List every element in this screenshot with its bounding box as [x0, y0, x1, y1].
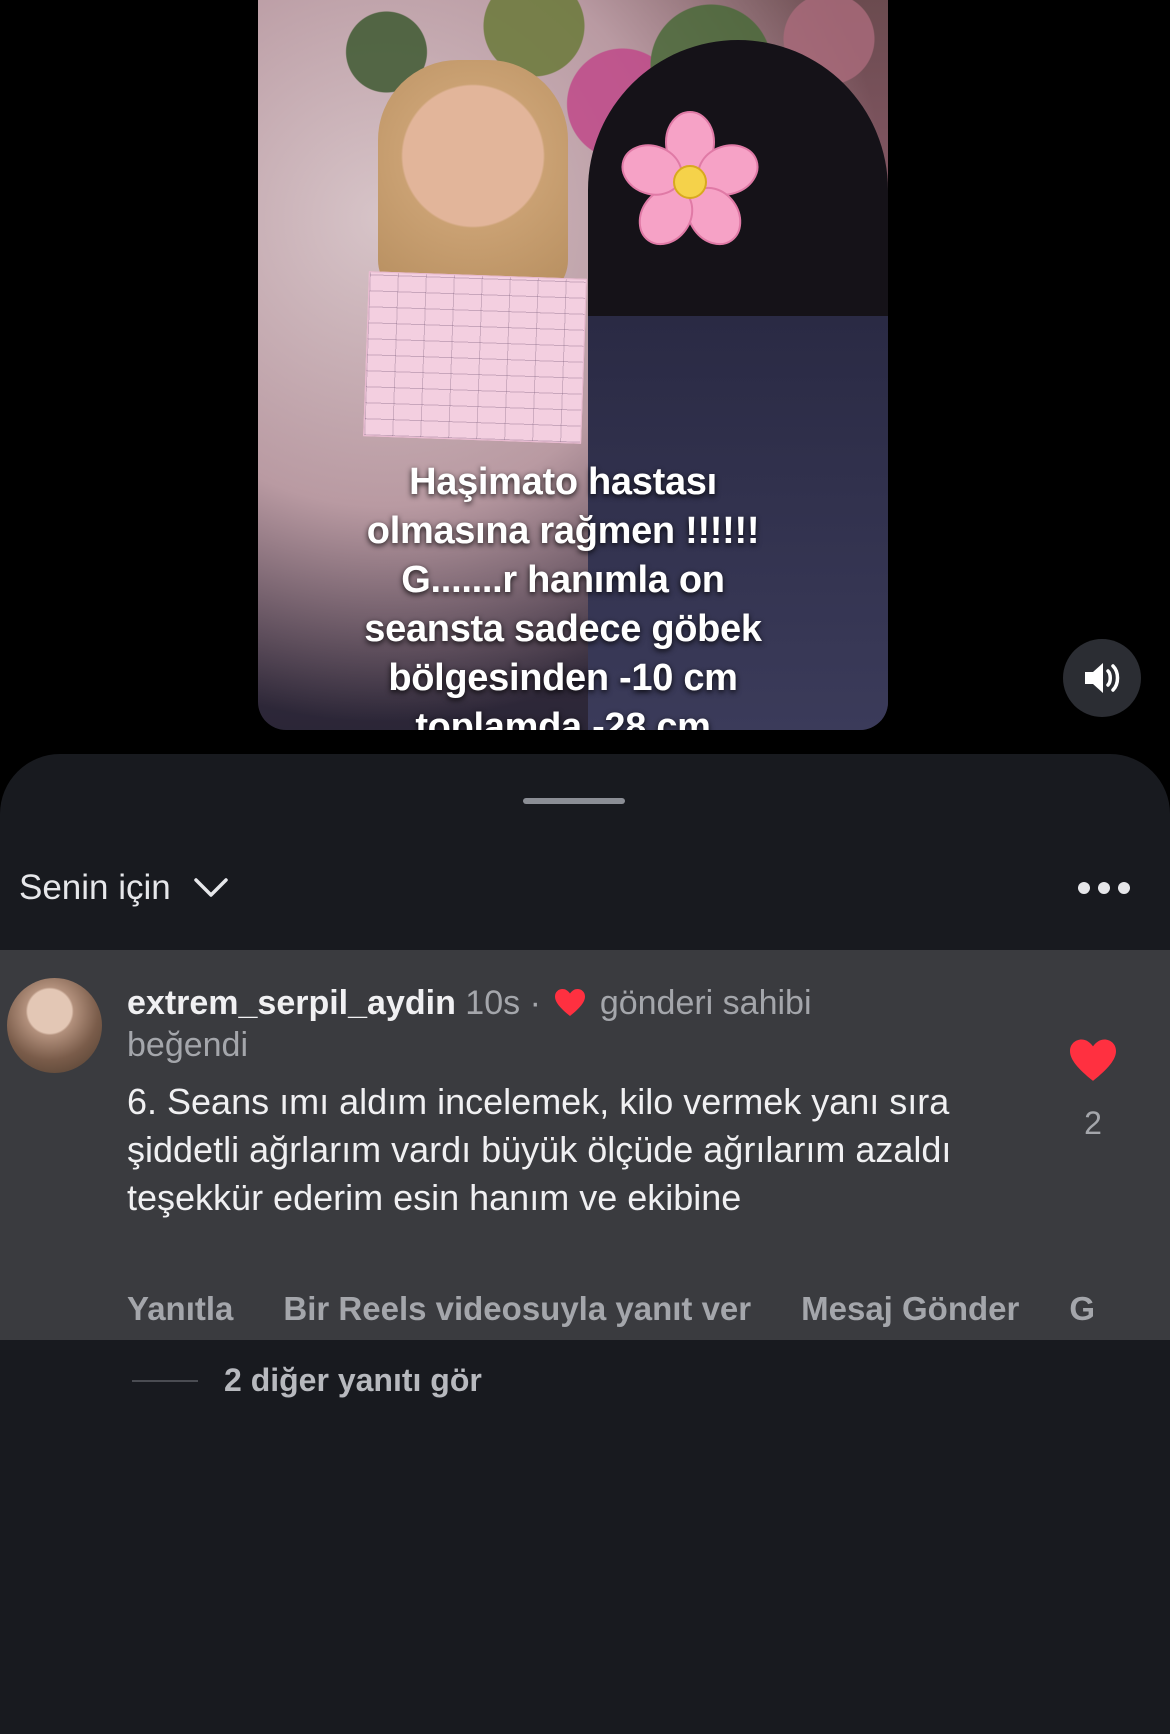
- caption-line: olmasına rağmen !!!!!!: [366, 510, 760, 552]
- comment-filter-label: Senin için: [19, 868, 171, 907]
- more-dots-icon: [1118, 882, 1130, 894]
- comment-username[interactable]: extrem_serpil_aydin: [127, 984, 456, 1022]
- reel-video-area[interactable]: Haşimato hastası olmasına rağmen !!!!!! …: [0, 0, 1170, 760]
- reels-reply-button[interactable]: Bir Reels videosuyla yanıt ver: [283, 1290, 751, 1328]
- caption-line: Haşimato hastası: [409, 461, 717, 503]
- liked-by-author-text: gönderi sahibi: [599, 984, 812, 1022]
- meta-separator: ·: [529, 984, 541, 1022]
- video-person-left: [378, 60, 568, 300]
- like-count: 2: [1084, 1105, 1102, 1141]
- more-dots-icon: [1098, 882, 1110, 894]
- comment-item: extrem_serpil_aydin 10s · gönderi sahibi…: [0, 950, 1170, 1340]
- comment-text: 6. Seans ımı aldım incelemek, kilo verme…: [127, 1081, 952, 1218]
- send-message-button[interactable]: Mesaj Gönder: [801, 1290, 1019, 1328]
- comment-like-button[interactable]: 2: [1068, 1038, 1118, 1142]
- reply-button[interactable]: Yanıtla: [127, 1290, 233, 1328]
- caption-line: bölgesinden -10 cm: [388, 657, 738, 699]
- heart-icon: [555, 989, 586, 1016]
- view-replies-label: 2 diğer yanıtı gör: [224, 1362, 482, 1398]
- comment-meta: extrem_serpil_aydin 10s · gönderi sahibi…: [127, 982, 967, 1066]
- liked-by-author-text-2: beğendi: [127, 1026, 249, 1064]
- replies-divider: [132, 1379, 198, 1382]
- flower-sticker-icon: [621, 111, 759, 246]
- caption-line: seansta sadece göbek: [364, 608, 762, 650]
- overflow-action-button[interactable]: G: [1069, 1290, 1095, 1328]
- caption-line: G.......r hanımla on: [401, 559, 725, 601]
- sound-toggle-button[interactable]: [1063, 639, 1141, 717]
- comment-time: 10s: [465, 984, 521, 1022]
- reel-video[interactable]: Haşimato hastası olmasına rağmen !!!!!! …: [258, 0, 888, 730]
- more-dots-icon: [1078, 882, 1090, 894]
- speaker-icon: [1085, 663, 1120, 693]
- sheet-grabber[interactable]: [523, 798, 625, 804]
- video-caption: Haşimato hastası olmasına rağmen !!!!!! …: [258, 458, 888, 730]
- video-measurement-sheet: [363, 271, 587, 444]
- chevron-down-icon: [194, 878, 228, 897]
- heart-filled-icon: [1070, 1039, 1116, 1081]
- caption-line: toplamda -28 cm: [415, 706, 711, 730]
- avatar[interactable]: [7, 978, 102, 1073]
- more-options-button[interactable]: [1078, 882, 1130, 896]
- view-replies-button[interactable]: 2 diğer yanıtı gör: [132, 1362, 482, 1399]
- comment-actions: Yanıtla Bir Reels videosuyla yanıt ver M…: [127, 1290, 1095, 1328]
- comment-filter-dropdown[interactable]: Senin için: [19, 868, 229, 908]
